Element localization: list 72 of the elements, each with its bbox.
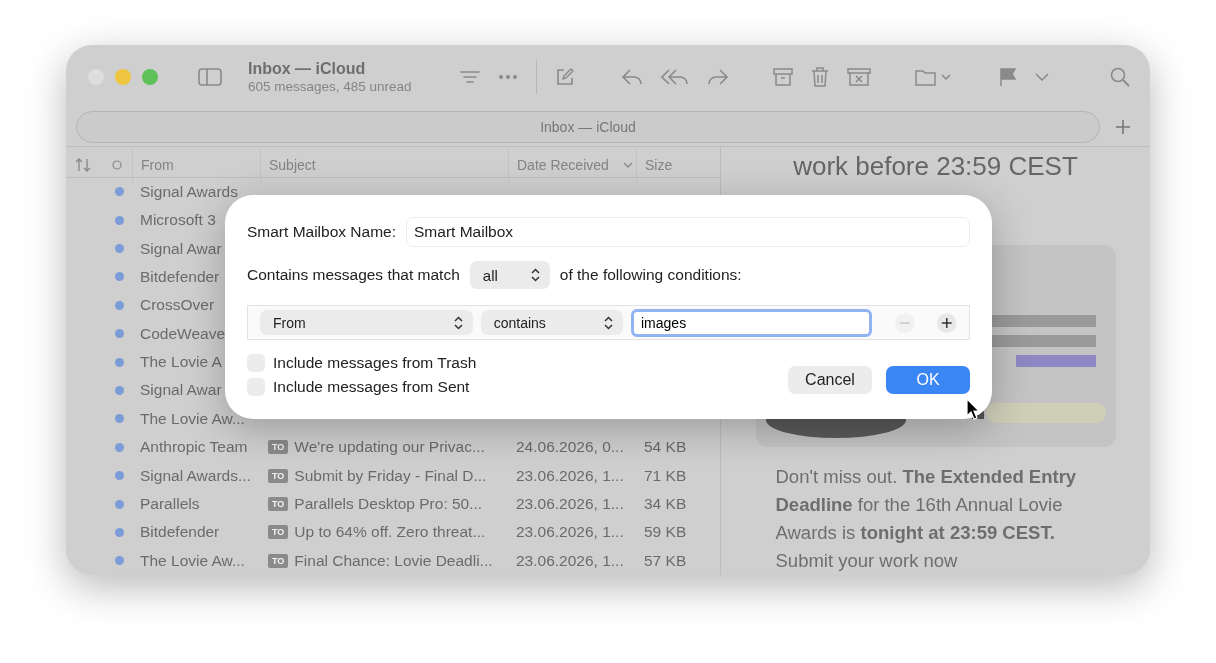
sender: Microsoft 3 — [140, 211, 216, 229]
match-popup[interactable]: all — [469, 261, 550, 289]
message-size: 54 KB — [644, 438, 687, 456]
search-icon[interactable] — [1110, 66, 1130, 87]
date-received: 23.06.2026, 1... — [516, 466, 624, 484]
email-headline: work before 23:59 CEST — [793, 151, 1078, 182]
sender: Signal Awar — [140, 381, 222, 399]
sender: Anthropic Team — [140, 438, 248, 456]
sender: Bitdefender — [140, 267, 220, 285]
sender: Signal Awar — [140, 239, 222, 257]
flag-icon[interactable] — [998, 66, 1017, 87]
zoom-button[interactable] — [142, 68, 158, 85]
junk-icon[interactable] — [846, 67, 871, 86]
recipient-tag: TO — [268, 468, 289, 483]
sender: CrossOver — [140, 296, 215, 314]
condition-value-field[interactable]: images — [631, 308, 872, 337]
sender: Parallels — [140, 495, 200, 512]
field-popup[interactable]: From — [260, 310, 473, 335]
trash-icon[interactable] — [810, 66, 829, 87]
subject: Up to 64% off. Zero threat... — [294, 523, 486, 542]
match-label: Contains messages that match — [247, 266, 460, 284]
message-size: 71 KB — [644, 466, 687, 484]
date-received: 23.06.2026, 1... — [516, 495, 624, 512]
forward-icon[interactable] — [706, 67, 729, 86]
subject: We're updating our Privac... — [294, 438, 485, 457]
chevron-down-icon[interactable] — [1034, 72, 1049, 81]
compose-icon[interactable] — [554, 66, 575, 87]
sort-icon[interactable] — [75, 158, 91, 172]
subject: Submit by Friday - Final D... — [294, 466, 487, 485]
reply-icon[interactable] — [620, 67, 643, 86]
sender: The Lovie Aw... — [140, 551, 245, 569]
reply-all-icon[interactable] — [660, 67, 689, 86]
mailbox-name-field[interactable]: Smart Mailbox — [406, 217, 970, 247]
recipient-tag: TO — [268, 525, 289, 540]
up-down-arrows-icon — [453, 315, 463, 330]
plus-icon[interactable] — [1116, 120, 1130, 134]
name-label: Smart Mailbox Name: — [247, 223, 396, 241]
archive-icon[interactable] — [772, 67, 793, 86]
sender: The Lovie Aw... — [140, 409, 245, 427]
option-label: Include messages from Sent — [273, 378, 470, 396]
email-body: Don't miss out. The Extended Entry Deadline for the 16th Annual Lovie Awards is tonight at 23:59 CEST. Submit your work now — [775, 465, 1078, 573]
subject: Final Chance: Lovie Deadli... — [294, 551, 493, 570]
sender: Signal Awards — [140, 182, 238, 200]
sender: Bitdefender — [140, 523, 220, 541]
message-count: 605 messages, 485 unread — [248, 78, 412, 94]
sender: CodeWeave — [140, 324, 225, 342]
filter-icon[interactable] — [459, 69, 480, 84]
up-down-arrows-icon — [604, 315, 613, 330]
more-icon[interactable] — [497, 73, 518, 80]
subject: Parallels Desktop Pro: 50... — [294, 495, 483, 513]
conditions-label: of the following conditions: — [559, 266, 742, 284]
message-size: 59 KB — [644, 523, 687, 541]
date-received: 23.06.2026, 1... — [516, 523, 624, 541]
sender: Signal Awards... — [140, 466, 251, 484]
window-title: Inbox — iCloud — [248, 59, 367, 78]
ok-button[interactable]: OK — [886, 366, 970, 394]
option-label: Include messages from Trash — [273, 354, 477, 372]
date-received: 24.06.2026, 0... — [516, 438, 624, 456]
message-size: 57 KB — [644, 551, 687, 569]
operator-popup[interactable]: contains — [480, 310, 623, 335]
recipient-tag: TO — [268, 440, 289, 455]
sender: The Lovie A — [140, 353, 222, 371]
recipient-tag: TO — [268, 553, 289, 568]
cancel-button[interactable]: Cancel — [788, 366, 872, 394]
sidebar-icon[interactable] — [198, 67, 222, 86]
message-size: 34 KB — [644, 495, 687, 512]
recipient-tag: TO — [268, 497, 289, 511]
add-condition-button[interactable] — [935, 311, 957, 334]
up-down-arrows-icon — [530, 268, 540, 282]
folder-icon[interactable] — [914, 67, 951, 86]
unread-column-icon[interactable] — [112, 160, 122, 170]
date-received: 23.06.2026, 1... — [516, 551, 624, 569]
